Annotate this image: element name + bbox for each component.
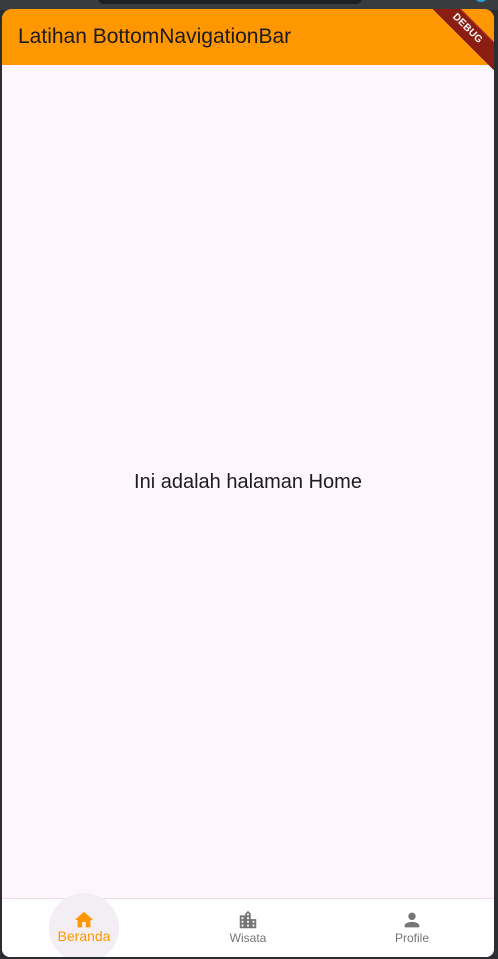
home-page-message: Ini adalah halaman Home xyxy=(134,471,362,493)
nav-label-beranda: Beranda xyxy=(57,928,111,944)
nav-label-profile: Profile xyxy=(394,931,429,945)
building-icon xyxy=(239,910,257,929)
bottom-navigation-bar: Beranda Wisata Profile xyxy=(2,893,494,957)
nav-item-profile[interactable]: Profile xyxy=(330,899,494,957)
nav-item-beranda[interactable]: Beranda xyxy=(2,893,166,957)
person-icon xyxy=(404,912,420,928)
device-notch xyxy=(98,0,362,4)
app-bar-title: Latihan BottomNavigationBar xyxy=(18,25,292,48)
nav-label-wisata: Wisata xyxy=(229,931,267,945)
app-bar: Latihan BottomNavigationBar DEBUG xyxy=(2,9,494,75)
page-body: Ini adalah halaman Home xyxy=(2,65,494,898)
app-screen: Latihan BottomNavigationBar DEBUG Ini ad… xyxy=(2,9,494,957)
nav-item-wisata[interactable]: Wisata xyxy=(166,899,330,957)
status-indicator-dot xyxy=(474,0,488,2)
